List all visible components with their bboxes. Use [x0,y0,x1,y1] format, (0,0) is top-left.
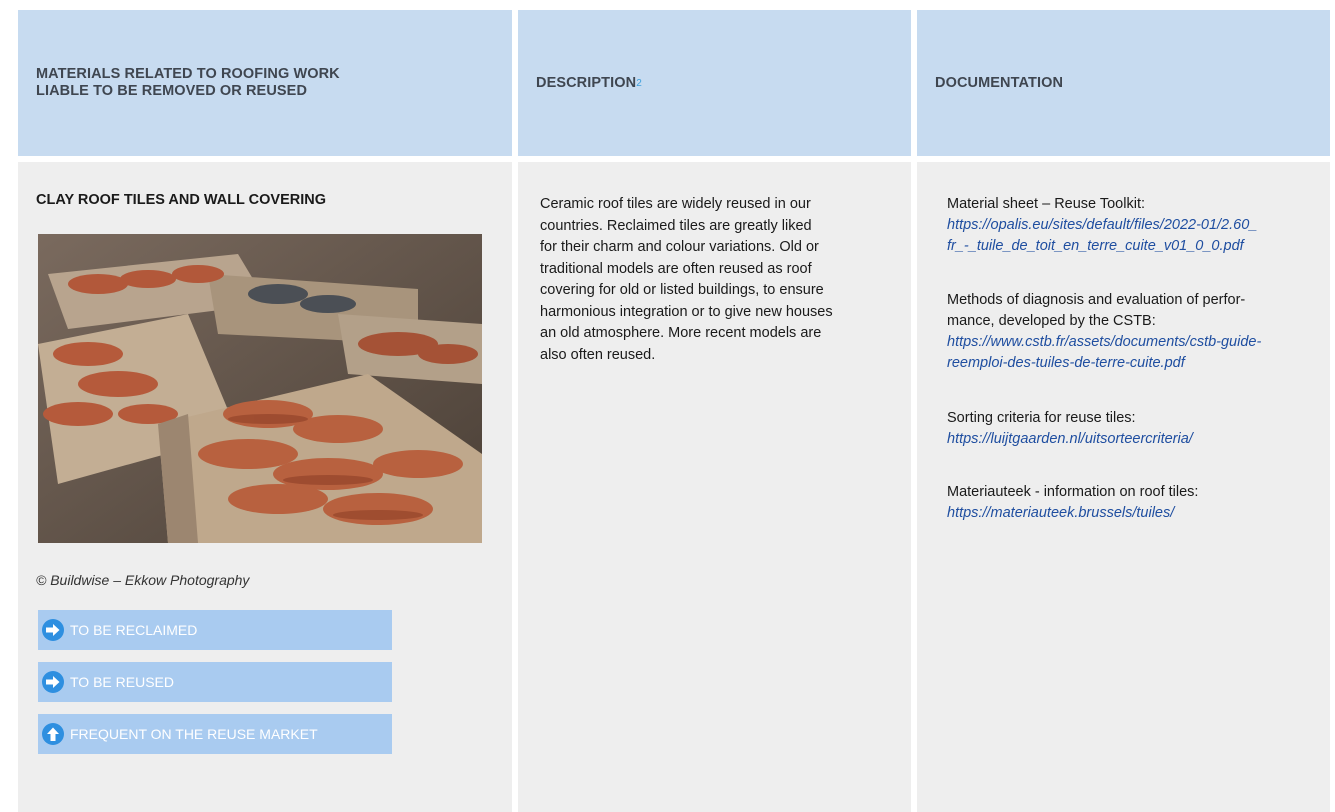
tag-label: TO BE RECLAIMED [70,622,198,638]
doc-entry-sorting-criteria: Sorting criteria for reuse tiles: https:… [947,408,1327,450]
description-line: countries. Reclaimed tiles are greatly l… [540,217,812,234]
description-paragraph: Ceramic roof tiles are widely reused in … [540,194,870,366]
clay-tiles-photo [38,234,482,543]
doc-link-cstb[interactable]: https://www.cstb.fr/assets/documents/cst… [947,332,1327,374]
doc-link-materiauteek[interactable]: https://materiauteek.brussels/tuiles/ [947,503,1327,524]
description-header-text: DESCRIPTION [536,74,637,91]
materials-header-line-1: MATERIALS RELATED TO ROOFING WORK [36,66,340,82]
description-line: also often reused. [540,346,656,363]
documentation-header: DOCUMENTATION [917,10,1330,156]
arrow-right-icon [42,671,64,693]
doc-label: Materiauteek - information on roof tiles… [947,484,1199,500]
item-title: CLAY ROOF TILES AND WALL COVERING [36,192,327,208]
arrow-right-icon [42,619,64,641]
description-line: traditional models are often reused as r… [540,260,812,277]
doc-entry-reuse-toolkit: Material sheet – Reuse Toolkit: https://… [947,194,1327,257]
description-line: an old atmosphere. More recent models ar… [540,325,822,341]
tag-label: FREQUENT ON THE REUSE MARKET [70,726,318,742]
documentation-body: Material sheet – Reuse Toolkit: https://… [917,162,1330,812]
description-line: covering for old or listed buildings, to… [540,282,824,298]
materials-column: MATERIALS RELATED TO ROOFING WORK LIABLE… [18,10,512,812]
materials-header-line-2: LIABLE TO BE REMOVED OR REUSED [36,83,308,99]
photo-credit: © Buildwise – Ekkow Photography [36,572,250,588]
description-line: Ceramic roof tiles are widely reused in … [540,196,811,212]
documentation-header-text: DOCUMENTATION [935,74,1064,91]
description-header: DESCRIPTION 2 [518,10,911,156]
materials-body: CLAY ROOF TILES AND WALL COVERING © Buil… [18,162,512,812]
tag-to-be-reused: TO BE REUSED [38,662,392,702]
arrow-up-icon [42,723,64,745]
description-column: DESCRIPTION 2 Ceramic roof tiles are wide… [518,10,911,812]
doc-link-opalis[interactable]: https://opalis.eu/sites/default/files/20… [947,215,1327,257]
materials-header: MATERIALS RELATED TO ROOFING WORK LIABLE… [18,10,512,156]
footnote-marker: 2 [636,77,642,89]
tag-frequent-on-reuse-market: FREQUENT ON THE REUSE MARKET [38,714,392,754]
description-body: Ceramic roof tiles are widely reused in … [518,162,911,812]
description-line: harmonious integration or to give new ho… [540,303,833,320]
tag-label: TO BE REUSED [70,674,174,690]
doc-label: Sorting criteria for reuse tiles: [947,410,1136,426]
doc-label: mance, developed by the CSTB: [947,313,1156,329]
doc-entry-materiauteek: Materiauteek - information on roof tiles… [947,482,1327,524]
doc-entry-cstb: Methods of diagnosis and evaluation of p… [947,290,1327,374]
doc-link-luijtgaarden[interactable]: https://luijtgaarden.nl/uitsorteercriter… [947,429,1327,450]
roofing-materials-table: MATERIALS RELATED TO ROOFING WORK LIABLE… [18,10,1330,812]
tag-to-be-reclaimed: TO BE RECLAIMED [38,610,392,650]
doc-label: Material sheet – Reuse Toolkit: [947,196,1146,212]
documentation-column: DOCUMENTATION Material sheet – Reuse Too… [917,10,1330,812]
doc-label: Methods of diagnosis and evaluation of p… [947,292,1246,308]
description-line: for their charm and colour variations. O… [540,239,819,255]
